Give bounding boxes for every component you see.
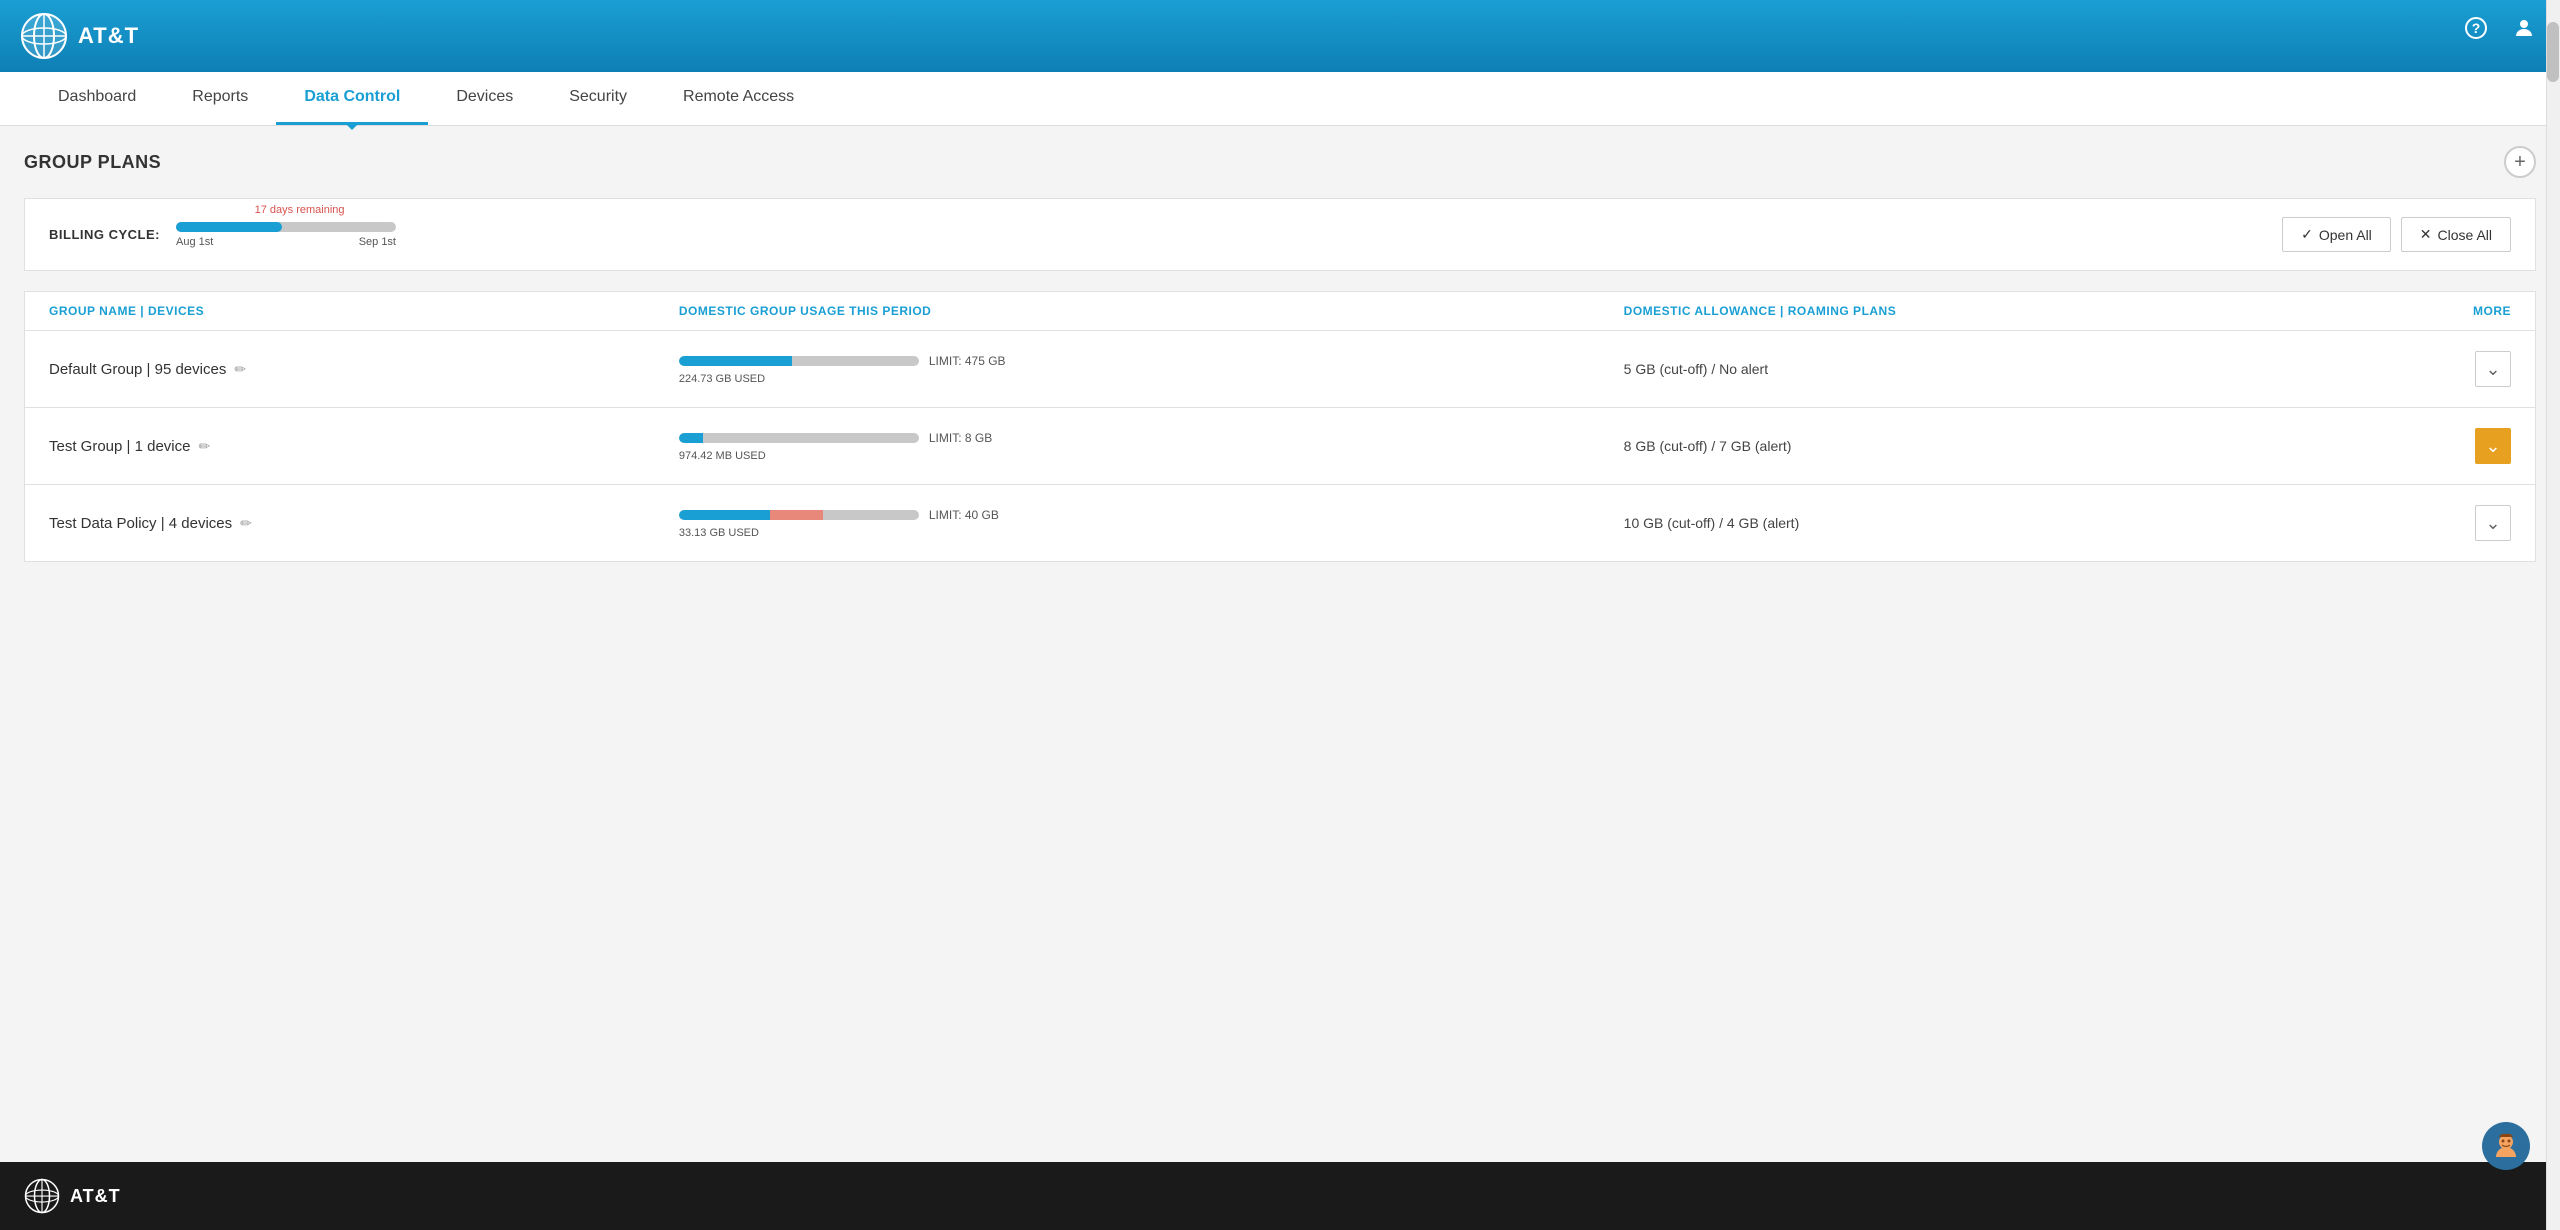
billing-cycle-label: BILLING CYCLE:	[49, 227, 160, 242]
footer-globe-icon	[24, 1178, 60, 1214]
table-row: Test Group | 1 device ✏ LIMIT: 8 GB 974.…	[25, 408, 2535, 485]
table-header: GROUP NAME | DEVICES DOMESTIC GROUP USAG…	[25, 292, 2535, 331]
billing-bar-fill	[176, 222, 282, 232]
usage-bar-wrap: LIMIT: 40 GB	[679, 508, 1624, 522]
chevron-down-icon: ⌄	[2485, 436, 2500, 457]
usage-cell: LIMIT: 475 GB 224.73 GB USED	[679, 354, 1624, 385]
usage-bar-wrap: LIMIT: 8 GB	[679, 431, 1624, 445]
nav-item-data-control[interactable]: Data Control	[276, 72, 428, 125]
expand-button-row2[interactable]: ⌄	[2475, 505, 2511, 541]
col-header-allowance: DOMESTIC ALLOWANCE | ROAMING PLANS	[1624, 304, 2411, 318]
table-row: Default Group | 95 devices ✏ LIMIT: 475 …	[25, 331, 2535, 408]
usage-bar-fill	[679, 356, 792, 366]
usage-amount: 224.73 GB USED	[679, 373, 1624, 385]
usage-amount: 974.42 MB USED	[679, 450, 1624, 462]
billing-bar-wrap: 17 days remaining Aug 1st Sep 1st	[176, 222, 396, 248]
col-header-usage: DOMESTIC GROUP USAGE THIS PERIOD	[679, 304, 1624, 318]
col-header-group-name: GROUP NAME | DEVICES	[49, 304, 679, 318]
main-content: GROUP PLANS + BILLING CYCLE: 17 days rem…	[0, 126, 2560, 1162]
billing-end-date: Sep 1st	[359, 236, 396, 248]
svg-text:?: ?	[2472, 20, 2481, 36]
close-all-label: Close All	[2438, 227, 2492, 243]
usage-limit: LIMIT: 475 GB	[929, 354, 1006, 368]
usage-bar-container	[679, 433, 919, 443]
edit-icon[interactable]: ✏	[240, 515, 252, 532]
nav-item-dashboard[interactable]: Dashboard	[30, 72, 164, 125]
main-nav: Dashboard Reports Data Control Devices S…	[0, 72, 2560, 126]
usage-bar-container	[679, 356, 919, 366]
close-all-button[interactable]: ✕ Close All	[2401, 217, 2511, 252]
usage-bar-container	[679, 510, 919, 520]
billing-cycle-row: BILLING CYCLE: 17 days remaining Aug 1st…	[24, 198, 2536, 271]
att-globe-icon	[20, 12, 68, 60]
help-button[interactable]: ?	[2460, 12, 2492, 44]
allowance-cell: 8 GB (cut-off) / 7 GB (alert)	[1624, 438, 2411, 454]
billing-left: BILLING CYCLE: 17 days remaining Aug 1st…	[49, 222, 396, 248]
open-all-button[interactable]: ✓ Open All	[2282, 217, 2391, 252]
col-header-more: MORE	[2411, 304, 2511, 318]
nav-item-devices[interactable]: Devices	[428, 72, 541, 125]
avatar-icon	[2491, 1131, 2521, 1161]
billing-progress-bar: 17 days remaining	[176, 222, 396, 232]
usage-amount: 33.13 GB USED	[679, 527, 1624, 539]
nav-item-reports[interactable]: Reports	[164, 72, 276, 125]
section-header: GROUP PLANS +	[24, 146, 2536, 178]
nav-item-security[interactable]: Security	[541, 72, 655, 125]
billing-dates: Aug 1st Sep 1st	[176, 236, 396, 248]
chat-avatar-button[interactable]	[2482, 1122, 2530, 1170]
usage-cell: LIMIT: 8 GB 974.42 MB USED	[679, 431, 1624, 462]
group-name-cell: Test Group | 1 device ✏	[49, 438, 679, 455]
add-group-button[interactable]: +	[2504, 146, 2536, 178]
scrollbar-thumb[interactable]	[2547, 22, 2559, 82]
header-icons: ?	[2460, 12, 2540, 44]
usage-bar-wrap: LIMIT: 475 GB	[679, 354, 1624, 368]
app-footer: AT&T	[0, 1162, 2560, 1230]
scrollbar[interactable]	[2546, 0, 2560, 1230]
group-name-cell: Default Group | 95 devices ✏	[49, 361, 679, 378]
usage-limit: LIMIT: 40 GB	[929, 508, 999, 522]
user-button[interactable]	[2508, 12, 2540, 44]
footer-logo-text: AT&T	[70, 1186, 121, 1207]
app-header: AT&T ?	[0, 0, 2560, 72]
billing-start-date: Aug 1st	[176, 236, 213, 248]
chevron-down-icon: ⌄	[2485, 359, 2500, 380]
group-name-text: Test Data Policy | 4 devices	[49, 515, 232, 532]
group-name-text: Test Group | 1 device	[49, 438, 190, 455]
edit-icon[interactable]: ✏	[198, 438, 210, 455]
footer-logo: AT&T	[24, 1178, 121, 1214]
usage-limit: LIMIT: 8 GB	[929, 431, 992, 445]
edit-icon[interactable]: ✏	[234, 361, 246, 378]
group-name-text: Default Group | 95 devices	[49, 361, 226, 378]
group-plans-table: GROUP NAME | DEVICES DOMESTIC GROUP USAG…	[24, 291, 2536, 562]
usage-bar-fill	[679, 510, 770, 520]
usage-bar-fill	[679, 433, 703, 443]
nav-item-remote-access[interactable]: Remote Access	[655, 72, 822, 125]
usage-bar-fill-alert	[770, 510, 823, 520]
allowance-cell: 10 GB (cut-off) / 4 GB (alert)	[1624, 515, 2411, 531]
billing-actions: ✓ Open All ✕ Close All	[2282, 217, 2511, 252]
billing-remaining-label: 17 days remaining	[255, 204, 345, 216]
group-name-cell: Test Data Policy | 4 devices ✏	[49, 515, 679, 532]
expand-button-row0[interactable]: ⌄	[2475, 351, 2511, 387]
table-row: Test Data Policy | 4 devices ✏ LIMIT: 40…	[25, 485, 2535, 561]
usage-cell: LIMIT: 40 GB 33.13 GB USED	[679, 508, 1624, 539]
chevron-down-icon: ⌄	[2485, 513, 2500, 534]
open-all-label: Open All	[2319, 227, 2372, 243]
section-title: GROUP PLANS	[24, 152, 161, 173]
logo-area: AT&T	[20, 12, 220, 60]
checkmark-icon: ✓	[2301, 226, 2313, 243]
logo-text: AT&T	[78, 23, 139, 49]
allowance-cell: 5 GB (cut-off) / No alert	[1624, 361, 2411, 377]
expand-button-row1[interactable]: ⌄	[2475, 428, 2511, 464]
x-icon: ✕	[2420, 226, 2432, 243]
